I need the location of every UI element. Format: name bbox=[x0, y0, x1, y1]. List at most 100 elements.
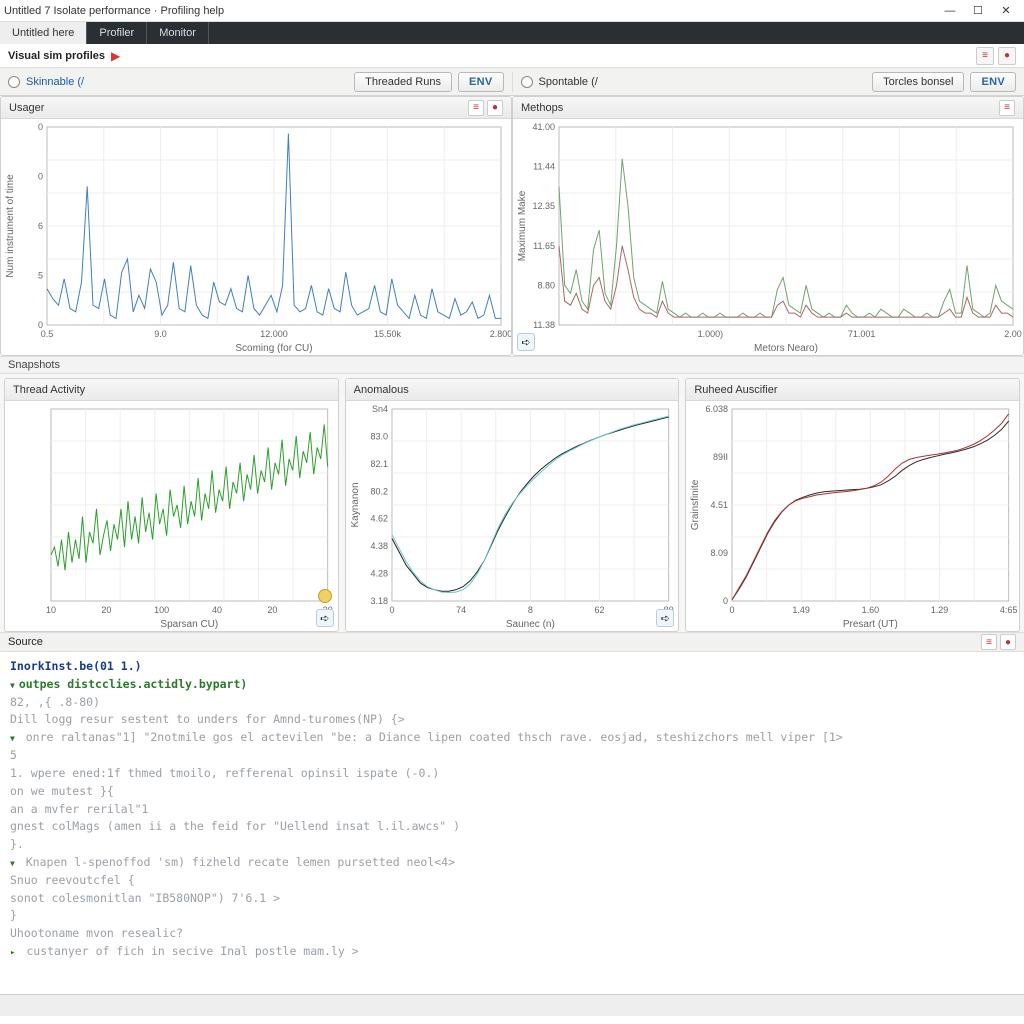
svg-text:15.50k: 15.50k bbox=[374, 329, 402, 339]
panel-methops-btn1[interactable]: ≡ bbox=[999, 100, 1015, 116]
torcles-button[interactable]: Torcles bonsel bbox=[872, 72, 964, 92]
svg-text:4.28: 4.28 bbox=[370, 569, 388, 579]
panel-methops-title: Methops bbox=[521, 102, 563, 114]
svg-text:1.49: 1.49 bbox=[793, 605, 811, 615]
svg-text:4:65: 4:65 bbox=[1000, 605, 1018, 615]
maximize-button[interactable]: ☐ bbox=[964, 1, 992, 21]
svg-text:1.000): 1.000) bbox=[698, 329, 724, 339]
svg-text:1.60: 1.60 bbox=[862, 605, 880, 615]
svg-text:71.001: 71.001 bbox=[848, 329, 876, 339]
svg-text:9.0: 9.0 bbox=[154, 329, 167, 339]
chart-anomalous: 074862803.184.284.384.6280.282.183.0Sn4S… bbox=[346, 401, 679, 631]
svg-text:Metors Nearo): Metors Nearo) bbox=[754, 343, 818, 354]
marker-dot-icon[interactable] bbox=[318, 589, 332, 603]
panel-usager: Usager ≡ ● 0.59.012.00015.50k2.80005600S… bbox=[0, 96, 512, 356]
panel-thread-activity: Thread Activity 1020100402020Sparsan CU)… bbox=[4, 378, 339, 632]
svg-text:80.2: 80.2 bbox=[370, 486, 388, 496]
svg-text:4.38: 4.38 bbox=[370, 541, 388, 551]
svg-text:Sparsan CU): Sparsan CU) bbox=[160, 619, 218, 630]
source-bar: Source ≡ ● bbox=[0, 632, 1024, 652]
svg-text:4.62: 4.62 bbox=[370, 514, 388, 524]
svg-text:20: 20 bbox=[267, 605, 277, 615]
svg-text:6: 6 bbox=[38, 221, 43, 231]
svg-text:20: 20 bbox=[101, 605, 111, 615]
radio-right[interactable] bbox=[521, 76, 533, 88]
svg-text:2.00: 2.00 bbox=[1004, 329, 1022, 339]
svg-text:8: 8 bbox=[528, 605, 533, 615]
svg-text:74: 74 bbox=[456, 605, 466, 615]
tab-0[interactable]: Untitled here bbox=[0, 22, 87, 44]
svg-text:Num instrument of time: Num instrument of time bbox=[5, 174, 16, 278]
source-btn1[interactable]: ≡ bbox=[981, 634, 997, 650]
subheader: Visual sim profiles ▶ ≡ ● bbox=[0, 44, 1024, 68]
svg-text:1.29: 1.29 bbox=[931, 605, 949, 615]
tab-2[interactable]: Monitor bbox=[147, 22, 209, 44]
svg-text:Kaynanon: Kaynanon bbox=[350, 482, 361, 527]
subheader-action-2[interactable]: ● bbox=[998, 47, 1016, 65]
window-titlebar: Untitled 7 Isolate performance · Profili… bbox=[0, 0, 1024, 22]
svg-text:Grainsfinite: Grainsfinite bbox=[690, 479, 701, 530]
threaded-runs-button[interactable]: Threaded Runs bbox=[354, 72, 452, 92]
source-label: Source bbox=[8, 636, 43, 648]
svg-text:5: 5 bbox=[38, 271, 43, 281]
chart-thread-activity: 1020100402020Sparsan CU) bbox=[5, 401, 338, 631]
svg-text:0: 0 bbox=[723, 596, 728, 606]
mid-charts-row: Thread Activity 1020100402020Sparsan CU)… bbox=[0, 374, 1024, 632]
close-button[interactable]: ✕ bbox=[992, 1, 1020, 21]
svg-text:0: 0 bbox=[389, 605, 394, 615]
svg-text:8.09: 8.09 bbox=[711, 548, 729, 558]
panel-usager-btn1[interactable]: ≡ bbox=[468, 100, 484, 116]
svg-text:11.38: 11.38 bbox=[533, 320, 555, 330]
svg-text:0: 0 bbox=[38, 172, 43, 182]
svg-text:Scoming (for CU): Scoming (for CU) bbox=[235, 343, 312, 354]
svg-text:3.18: 3.18 bbox=[370, 596, 388, 606]
panel-usager-btn2[interactable]: ● bbox=[487, 100, 503, 116]
subheader-title: Visual sim profiles bbox=[8, 50, 105, 62]
console-output[interactable]: InorkInst.be(01 1.)outpes distcclies.act… bbox=[0, 652, 1024, 994]
nav-arrow-icon[interactable]: ➪ bbox=[517, 333, 535, 351]
svg-text:11.44: 11.44 bbox=[533, 162, 555, 172]
controls-right: Spontable (/ Torcles bonsel ENV bbox=[512, 72, 1024, 92]
env-button-right[interactable]: ENV bbox=[970, 72, 1016, 92]
panel-ruheed-title: Ruheed Auscifier bbox=[694, 384, 777, 396]
svg-text:100: 100 bbox=[154, 605, 169, 615]
svg-text:0.5: 0.5 bbox=[41, 329, 54, 339]
controls-left-label[interactable]: Skinnable (/ bbox=[26, 76, 84, 88]
nav-arrow-p4[interactable]: ➪ bbox=[656, 609, 674, 627]
svg-text:62: 62 bbox=[594, 605, 604, 615]
svg-text:Presart (UT): Presart (UT) bbox=[843, 619, 898, 630]
controls-row: Skinnable (/ Threaded Runs ENV Spontable… bbox=[0, 68, 1024, 96]
snapshots-label: Snapshots bbox=[8, 359, 60, 371]
controls-right-label[interactable]: Spontable (/ bbox=[539, 76, 598, 88]
chart-usager: 0.59.012.00015.50k2.80005600Scoming (for… bbox=[1, 119, 511, 355]
svg-text:10: 10 bbox=[46, 605, 56, 615]
status-bar bbox=[0, 994, 1024, 1016]
svg-text:4.51: 4.51 bbox=[711, 500, 729, 510]
panel-anomalous: Anomalous 074862803.184.284.384.6280.282… bbox=[345, 378, 680, 632]
env-button-left[interactable]: ENV bbox=[458, 72, 504, 92]
svg-text:8.80: 8.80 bbox=[537, 280, 555, 290]
panel-usager-title: Usager bbox=[9, 102, 44, 114]
svg-text:0: 0 bbox=[730, 605, 735, 615]
nav-arrow-p3[interactable]: ➪ bbox=[316, 609, 334, 627]
svg-text:0: 0 bbox=[38, 122, 43, 132]
play-icon[interactable]: ▶ bbox=[111, 49, 120, 63]
minimize-button[interactable]: — bbox=[936, 1, 964, 21]
radio-left[interactable] bbox=[8, 76, 20, 88]
source-btn2[interactable]: ● bbox=[1000, 634, 1016, 650]
svg-text:0: 0 bbox=[38, 320, 43, 330]
svg-text:Maximum Make: Maximum Make bbox=[517, 190, 528, 261]
panel-thread-title: Thread Activity bbox=[13, 384, 85, 396]
svg-text:41.00: 41.00 bbox=[532, 122, 555, 132]
window-title: Untitled 7 Isolate performance · Profili… bbox=[4, 5, 936, 17]
chart-ruheed: 01.491.601.294:6508.094.5189II6.038Presa… bbox=[686, 401, 1019, 631]
snapshots-bar: Snapshots bbox=[0, 356, 1024, 374]
svg-text:83.0: 83.0 bbox=[370, 431, 388, 441]
top-charts-row: Usager ≡ ● 0.59.012.00015.50k2.80005600S… bbox=[0, 96, 1024, 356]
tab-bar: Untitled here Profiler Monitor bbox=[0, 22, 1024, 44]
svg-text:12.000: 12.000 bbox=[260, 329, 288, 339]
tab-1[interactable]: Profiler bbox=[87, 22, 147, 44]
svg-text:89II: 89II bbox=[713, 452, 728, 462]
panel-methops: Methops ≡ 1.000)71.0012.0011.388.8011.65… bbox=[512, 96, 1024, 356]
subheader-action-1[interactable]: ≡ bbox=[976, 47, 994, 65]
